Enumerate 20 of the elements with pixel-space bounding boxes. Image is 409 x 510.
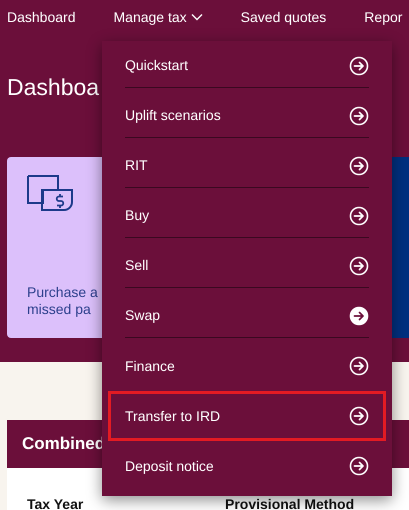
menu-item[interactable]: Sell [125, 244, 369, 288]
nav-link[interactable]: Dashboard [7, 6, 76, 28]
menu-item[interactable]: Transfer to IRD [125, 394, 369, 438]
nav-link[interactable]: Saved quotes [240, 6, 326, 28]
menu-item[interactable]: Finance [125, 344, 369, 388]
menu-item[interactable]: Swap [125, 294, 369, 338]
menu-item[interactable]: Deposit notice [125, 444, 369, 488]
menu-item[interactable]: Buy [125, 194, 369, 238]
page-title: Dashboa [7, 73, 100, 102]
chevron-down-icon [190, 13, 203, 21]
menu-item[interactable]: RIT [125, 144, 369, 188]
card-text: Purchase a missed pa [27, 284, 99, 318]
nav-dropdown[interactable]: Manage tax [114, 6, 203, 28]
menu-item[interactable]: Quickstart [125, 44, 369, 88]
nav-link[interactable]: Repor [364, 6, 402, 28]
column-header: Tax Year [27, 495, 84, 510]
dollar-cards-icon [27, 174, 74, 211]
menu-item[interactable]: Uplift scenarios [125, 94, 369, 138]
column-header: Provisional Method [225, 495, 354, 510]
side-card[interactable] [392, 157, 409, 338]
